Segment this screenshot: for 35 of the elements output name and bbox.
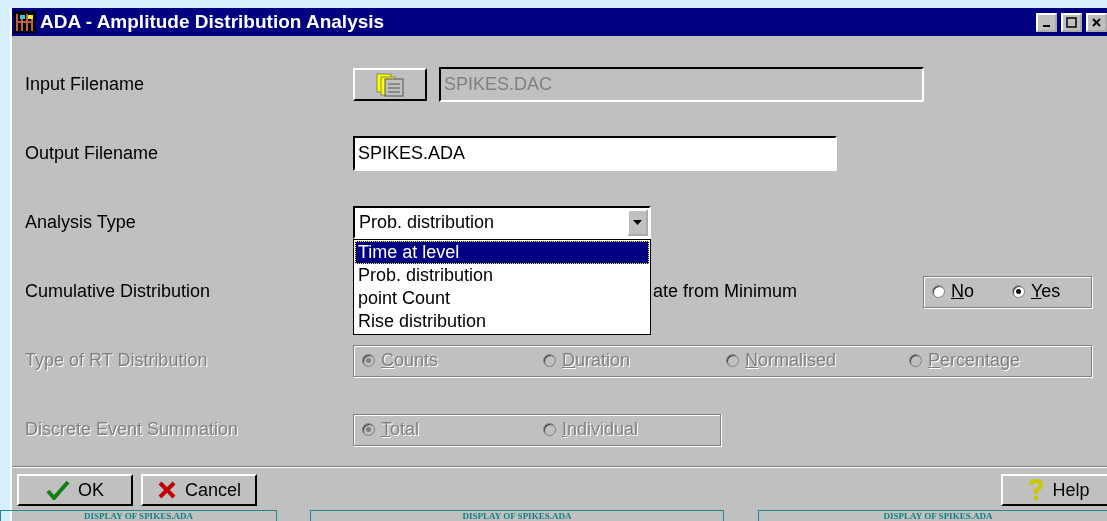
- radio-icon[interactable]: [1012, 285, 1025, 298]
- option-label: ate from Minimum: [653, 281, 798, 302]
- question-mark-icon: [1028, 479, 1045, 501]
- field-label: Cumulative Distribution: [25, 281, 212, 302]
- radio-icon[interactable]: [932, 285, 945, 298]
- maximize-icon: [1066, 16, 1077, 28]
- window-caption: DISPLAY OF SPIKES.ADA: [84, 511, 193, 521]
- minimize-icon: [1043, 25, 1050, 27]
- field-label: Type of RT Distribution: [25, 350, 209, 371]
- window-caption: DISPLAY OF SPIKES.ADA: [462, 511, 572, 521]
- maximize-button[interactable]: [1061, 12, 1082, 32]
- radio-option[interactable]: No: [932, 281, 1012, 302]
- folder-icon: [375, 72, 405, 97]
- field-label: Output Filename: [25, 143, 160, 164]
- minimize-button[interactable]: [1036, 12, 1057, 32]
- help-button[interactable]: Help: [1001, 474, 1107, 506]
- cross-icon: [157, 480, 177, 500]
- caret-icon: [633, 220, 642, 225]
- output-filename-field[interactable]: SPIKES.ADA: [353, 136, 837, 171]
- analysis-type-dropdown[interactable]: Prob. distribution: [353, 206, 651, 239]
- window-title: ADA - Amplitude Distribution Analysis: [40, 11, 386, 33]
- checkmark-icon: [46, 480, 70, 500]
- dropdown-arrow-button[interactable]: [627, 209, 648, 236]
- close-icon: [1092, 17, 1101, 27]
- app-icon: [14, 11, 36, 33]
- browse-button[interactable]: [353, 68, 427, 101]
- field-label: Analysis Type: [25, 212, 137, 233]
- close-button[interactable]: [1086, 12, 1107, 32]
- field-label: Input Filename: [25, 74, 146, 95]
- field-label: Discrete Event Summation: [25, 419, 240, 440]
- cancel-button[interactable]: Cancel: [141, 474, 257, 506]
- window-caption: DISPLAY OF SPIKES.ADA: [883, 511, 993, 521]
- ok-button[interactable]: OK: [17, 474, 133, 506]
- radio-option[interactable]: Yes: [1012, 281, 1082, 302]
- dropdown-option[interactable]: Time at level: [355, 241, 649, 264]
